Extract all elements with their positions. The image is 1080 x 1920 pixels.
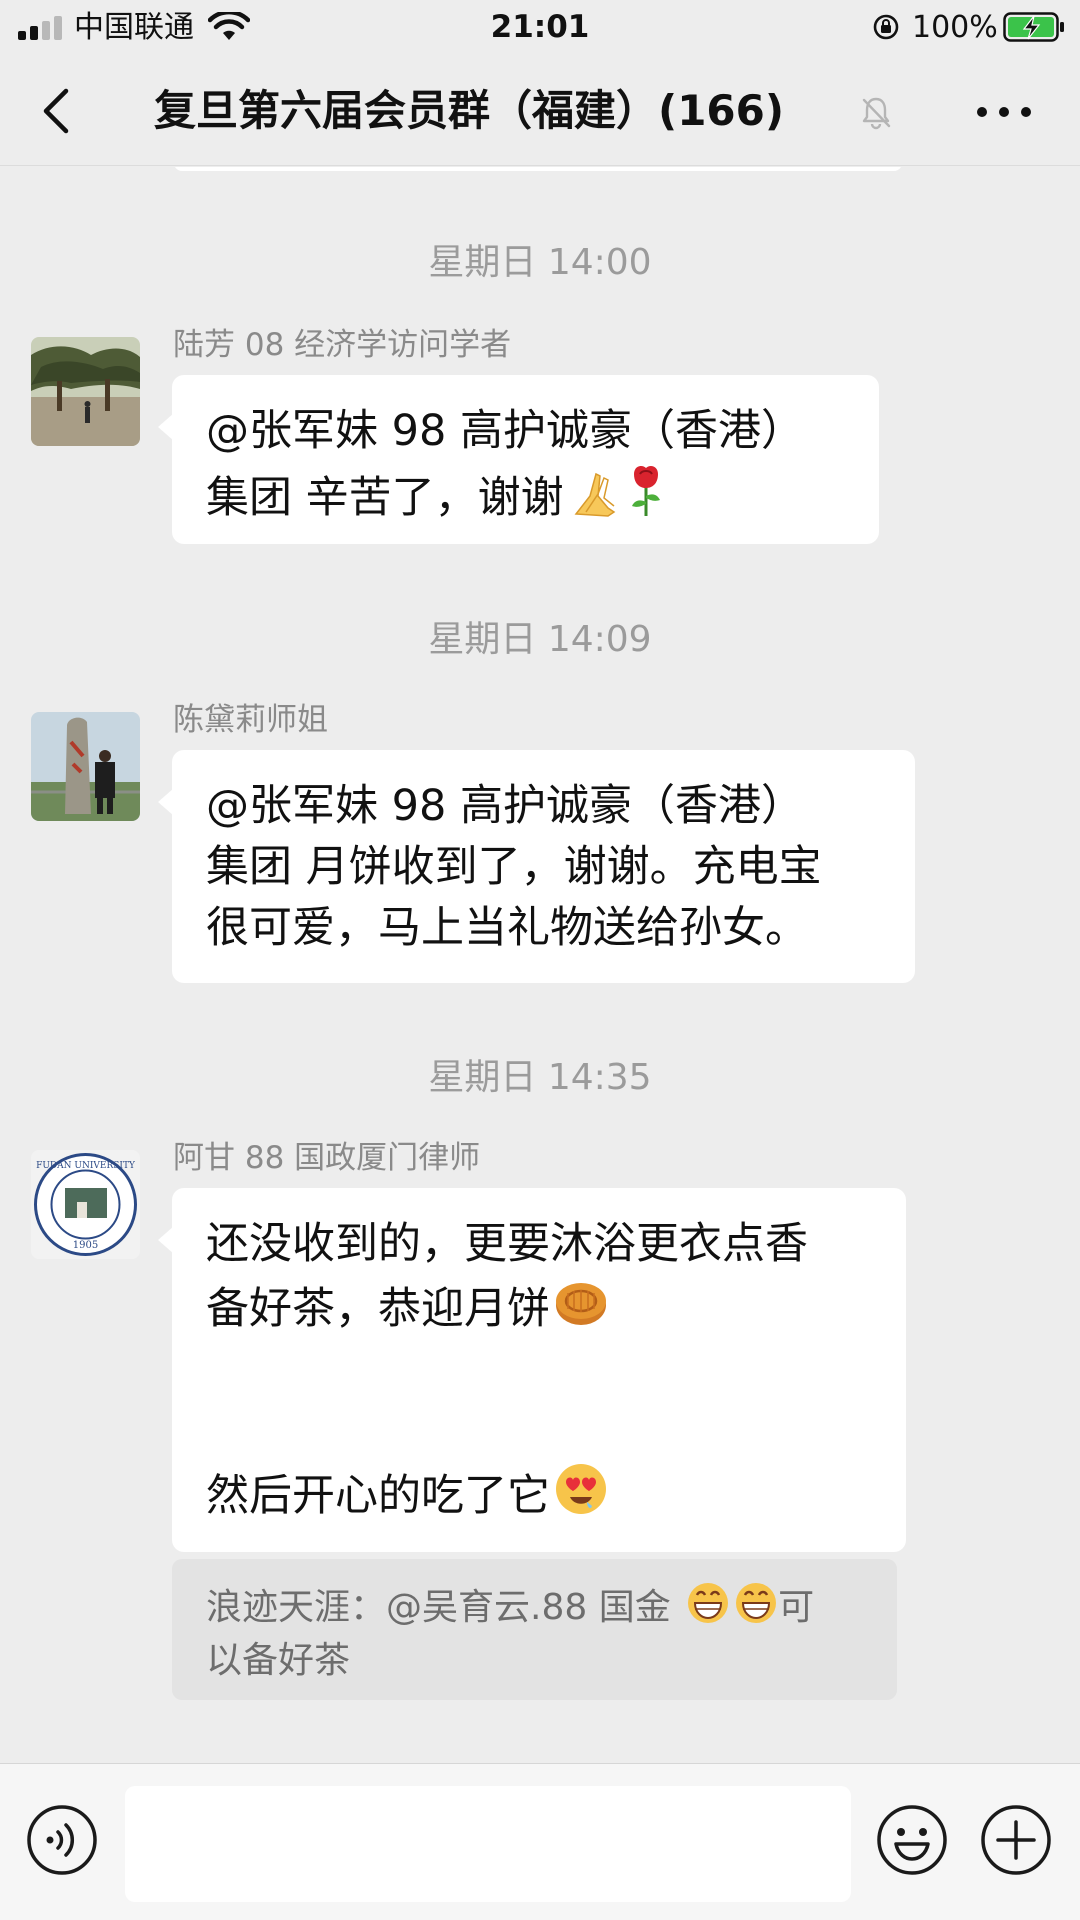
battery-percent: 100%: [912, 10, 998, 45]
grinning-face-emoji-icon: [736, 1583, 777, 1623]
mute-bell-icon: [862, 97, 891, 130]
quote-line-with-emoji: 浪迹天涯：@吴育云.88 国金 可: [206, 1581, 867, 1634]
chat-message-list[interactable]: 星期日 14:00 陆芳 08 经济学访问学者 @张军妹 98 高护诚豪（香港）…: [0, 167, 1080, 1763]
message-line: 还没收到的，更要沐浴更衣点香: [206, 1219, 808, 1269]
emoji-picker-icon[interactable]: [876, 1804, 948, 1876]
previous-message-bubble: [174, 167, 902, 171]
more-options-icon[interactable]: [972, 92, 1036, 132]
message-line: 集团 月饼收到了，谢谢。充电宝: [206, 842, 822, 892]
svg-text:1905: 1905: [73, 1240, 98, 1251]
chat-input-bar: [0, 1763, 1080, 1920]
grinning-face-emoji-icon: [688, 1583, 729, 1623]
avatar[interactable]: [31, 712, 140, 821]
drooling-heart-eyes-emoji-icon: [556, 1464, 606, 1514]
sender-name: 陆芳 08 经济学访问学者: [173, 327, 512, 363]
rose-emoji-icon: [631, 466, 660, 516]
group-title: 复旦第六届会员群（福建）(166): [154, 86, 785, 135]
message-bubble[interactable]: 还没收到的，更要沐浴更衣点香 备好茶，恭迎月饼 然后开心的吃了它: [158, 1188, 906, 1552]
status-bar: 中国联通 21:01 100%: [0, 0, 1080, 56]
message-line: 然后开心的吃了它: [206, 1471, 550, 1521]
message-line-with-emoji: 备好茶，恭迎月饼: [206, 1275, 874, 1340]
avatar-logo-text: FUDAN UNIVERSITY: [36, 1161, 136, 1171]
quote-text: 浪迹天涯：@吴育云.88 国金: [206, 1587, 683, 1628]
timestamp: 星期日 14:35: [428, 1057, 652, 1098]
chat-screen: 中国联通 21:01 100% 复旦第六届会员群（福建）(166) 星期日 14…: [0, 0, 1080, 1920]
quote-text: 可: [778, 1587, 815, 1628]
message-bubble[interactable]: @张军妹 98 高护诚豪（香港） 集团 辛苦了，谢谢: [158, 375, 879, 544]
sender-name: 陈黛莉师姐: [173, 702, 328, 738]
message-line-with-emoji: 然后开心的吃了它: [206, 1462, 874, 1527]
timestamp: 星期日 14:00: [428, 242, 652, 283]
avatar[interactable]: FUDAN UNIVERSITY 1905: [31, 1150, 140, 1259]
voice-input-icon[interactable]: [26, 1804, 98, 1876]
message-line: @张军妹 98 高护诚豪（香港）: [206, 406, 805, 456]
add-attachment-icon[interactable]: [980, 1804, 1052, 1876]
navigation-bar: 复旦第六届会员群（福建）(166): [0, 56, 1080, 166]
message-line: 备好茶，恭迎月饼: [206, 1284, 550, 1334]
message-line: 集团 辛苦了，谢谢: [206, 473, 564, 523]
quoted-message[interactable]: 浪迹天涯：@吴育云.88 国金 可 以备好茶: [172, 1559, 897, 1700]
mooncake-emoji-icon: [556, 1283, 606, 1325]
message-line-with-emoji: 集团 辛苦了，谢谢: [206, 462, 847, 529]
back-icon[interactable]: [30, 83, 86, 139]
quote-text: 以备好茶: [206, 1640, 351, 1681]
timestamp: 星期日 14:09: [428, 619, 652, 660]
message-bubble[interactable]: @张军妹 98 高护诚豪（香港） 集团 月饼收到了，谢谢。充电宝 很可爱，马上当…: [158, 750, 915, 983]
rotation-lock-icon: [873, 14, 899, 40]
message-input[interactable]: [125, 1786, 851, 1902]
avatar[interactable]: [31, 337, 140, 446]
battery-charging-icon: [1003, 12, 1064, 42]
message-line: @张军妹 98 高护诚豪（香港）: [206, 781, 805, 831]
praying-hands-emoji-icon: [574, 472, 616, 517]
sender-name: 阿甘 88 国政厦门律师: [173, 1140, 481, 1176]
message-line: 很可爱，马上当礼物送给孙女。: [206, 903, 808, 953]
